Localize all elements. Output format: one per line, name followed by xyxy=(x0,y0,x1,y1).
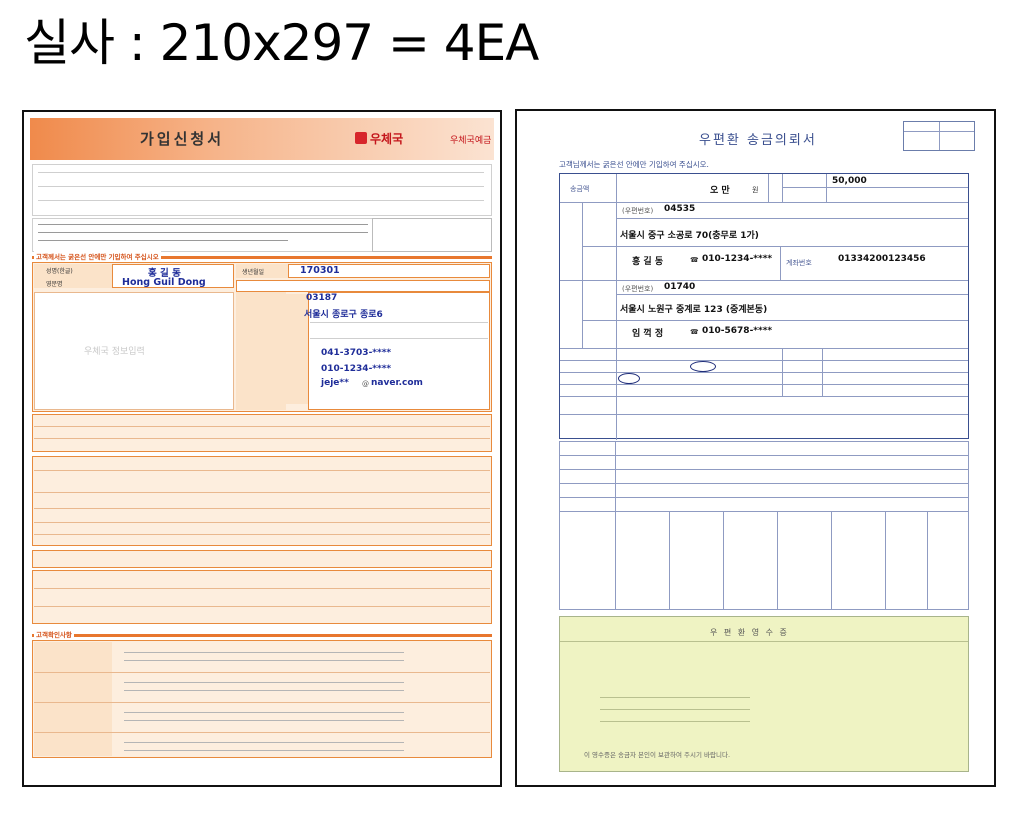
sender-name-value: 홍 길 동 xyxy=(632,257,664,267)
receiver-phone-value: 010-5678-**** xyxy=(702,326,773,336)
form-title: 가입신청서 xyxy=(140,130,225,148)
home-phone-value: 041-3703-**** xyxy=(321,348,392,358)
remittance-main-table: 송금액 오 만 원 50,000 (우편번호) 04535 서울시 중구 소공로… xyxy=(559,173,969,440)
approval-cells xyxy=(903,121,975,151)
service-block xyxy=(32,570,492,624)
receiver-zip-value: 01740 xyxy=(664,282,696,292)
watermark-text: 우체국 정보입력 xyxy=(84,347,145,357)
remittance-lower-table xyxy=(559,441,969,611)
post-office-logo-icon xyxy=(355,132,367,144)
receiver-address-value: 서울시 노원구 중계로 123 (중계본동) xyxy=(620,305,768,315)
zip-value: 03187 xyxy=(306,293,338,303)
receipt-stub: 우 편 환 영 수 증 이 영수증은 송금자 본인이 보관하여 주시기 바랍니다… xyxy=(559,616,969,772)
form-header-band: 가입신청서 우체국 우체국예금 xyxy=(30,118,494,160)
signature-box xyxy=(372,218,492,252)
brand-sub-label: 우체국예금 xyxy=(450,136,492,146)
mobile-phone-value: 010-1234-**** xyxy=(321,364,392,374)
address-value: 서울시 종로구 종로6 xyxy=(304,310,383,320)
receipt-title: 우 편 환 영 수 증 xyxy=(710,628,789,637)
email-id-value: jeje** xyxy=(321,378,349,388)
service-row xyxy=(32,550,492,568)
page-heading: 실사 : 210x297 = 4EA xyxy=(24,14,539,72)
confirm-section-label: 고객확인사항 xyxy=(34,629,74,639)
account-number-value: 01334200123456 xyxy=(838,254,926,264)
job-block xyxy=(32,414,492,452)
remittance-note: 고객님께서는 굵은선 안에만 기입하여 주십시오. xyxy=(559,160,709,169)
selected-option-circle xyxy=(690,361,716,372)
signup-form-scan: 가입신청서 우체국 우체국예금 고객께서는 굵은선 안에만 기입하여 주십시오 … xyxy=(22,110,502,787)
sender-address-value: 서울시 중구 소공로 70(충무로 1가) xyxy=(620,231,759,241)
amount-value: 50,000 xyxy=(832,176,867,186)
remittance-form-scan: 우편환 송금의뢰서 고객님께서는 굵은선 안에만 기입하여 주십시오. 송금액 … xyxy=(515,109,996,787)
brand-label: 우체국 xyxy=(370,132,404,146)
customer-section-label: 고객께서는 굵은선 안에만 기입하여 주십시오 xyxy=(34,251,161,261)
selected-option-circle-2 xyxy=(618,373,640,384)
sender-phone-value: 010-1234-**** xyxy=(702,254,773,264)
receiver-name-value: 임 꺽 정 xyxy=(632,329,664,339)
remittance-title: 우편환 송금의뢰서 xyxy=(699,133,817,148)
email-domain-value: naver.com xyxy=(371,378,423,388)
name-english-value: Hong Guil Dong xyxy=(122,277,206,288)
birth-date-value: 170301 xyxy=(300,265,340,276)
sender-zip-value: 04535 xyxy=(664,204,696,214)
receipt-note: 이 영수증은 송금자 본인이 보관하여 주시기 바랍니다. xyxy=(584,751,731,759)
amount-korean-value: 오 만 xyxy=(710,186,730,196)
